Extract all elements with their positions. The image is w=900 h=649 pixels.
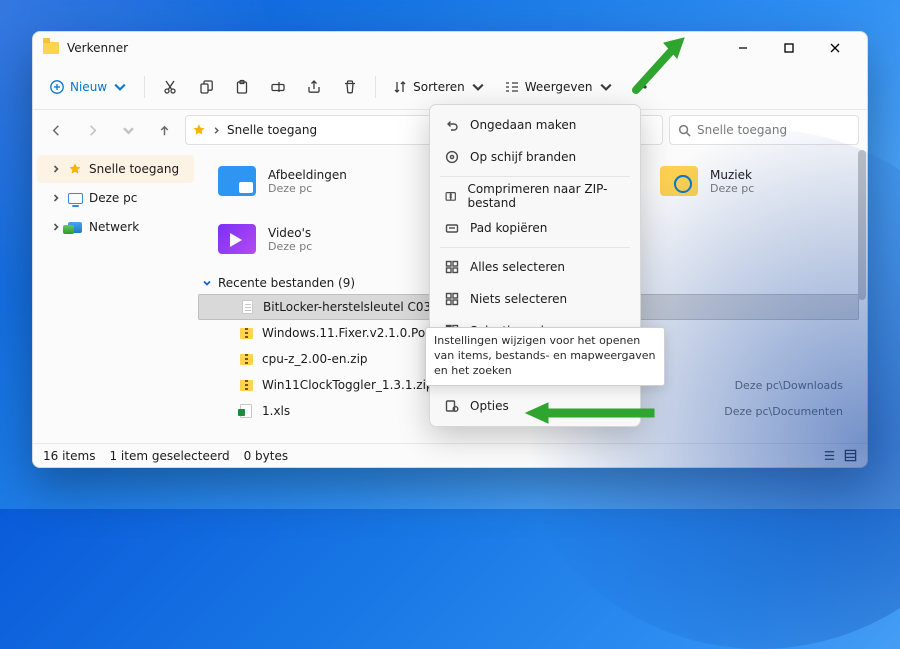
minimize-button[interactable] bbox=[721, 33, 765, 63]
sidebar-item-label: Deze pc bbox=[89, 191, 137, 205]
chevron-right-icon bbox=[51, 193, 61, 203]
star-icon bbox=[67, 161, 83, 177]
navigation-pane: Snelle toegang Deze pc Netwerk bbox=[33, 150, 198, 443]
chevron-right-icon bbox=[51, 222, 61, 232]
zip-icon bbox=[238, 351, 254, 367]
annotation-arrow-bottom bbox=[526, 401, 656, 428]
copy-button[interactable] bbox=[189, 71, 223, 103]
menu-compress[interactable]: Comprimeren naar ZIP-bestand bbox=[434, 180, 636, 212]
status-size: 0 bytes bbox=[244, 449, 289, 463]
sort-button[interactable]: Sorteren bbox=[384, 71, 494, 103]
folder-pictures[interactable]: Afbeeldingen Deze pc bbox=[216, 160, 417, 202]
menu-copy-path[interactable]: Pad kopiëren bbox=[434, 212, 636, 244]
menu-select-none[interactable]: Niets selecteren bbox=[434, 283, 636, 315]
zip-icon bbox=[238, 377, 254, 393]
status-item-count: 16 items bbox=[43, 449, 95, 463]
chevron-down-icon bbox=[202, 278, 212, 288]
xls-icon bbox=[238, 403, 254, 419]
doc-icon bbox=[239, 299, 255, 315]
cut-button[interactable] bbox=[153, 71, 187, 103]
sidebar-item-network[interactable]: Netwerk bbox=[37, 213, 194, 241]
view-button[interactable]: Weergeven bbox=[496, 71, 622, 103]
pictures-icon bbox=[216, 160, 258, 202]
window-title: Verkenner bbox=[67, 41, 128, 55]
search-input[interactable]: Snelle toegang bbox=[669, 115, 859, 145]
options-tooltip: Instellingen wijzigen voor het openen va… bbox=[425, 327, 665, 386]
paste-button[interactable] bbox=[225, 71, 259, 103]
star-icon bbox=[192, 123, 206, 137]
new-button[interactable]: Nieuw bbox=[41, 71, 136, 103]
statusbar: 16 items 1 item geselecteerd 0 bytes bbox=[33, 443, 867, 467]
file-location: Deze pc\Documenten bbox=[724, 405, 851, 418]
menu-select-all[interactable]: Alles selecteren bbox=[434, 251, 636, 283]
up-button[interactable] bbox=[149, 115, 179, 145]
network-icon bbox=[67, 219, 83, 235]
search-placeholder: Snelle toegang bbox=[697, 123, 787, 137]
sidebar-item-label: Netwerk bbox=[89, 220, 139, 234]
pc-icon bbox=[67, 190, 83, 206]
file-name: Win11ClockToggler_1.3.1.zip bbox=[262, 378, 434, 392]
rename-button[interactable] bbox=[261, 71, 295, 103]
delete-button[interactable] bbox=[333, 71, 367, 103]
maximize-button[interactable] bbox=[767, 33, 811, 63]
chevron-right-icon bbox=[51, 164, 61, 174]
sidebar-item-quick-access[interactable]: Snelle toegang bbox=[37, 155, 194, 183]
recent-dropdown[interactable] bbox=[113, 115, 143, 145]
view-details-icon[interactable] bbox=[844, 449, 857, 462]
section-label: Recente bestanden (9) bbox=[218, 276, 355, 290]
titlebar: Verkenner bbox=[33, 32, 867, 64]
sidebar-item-this-pc[interactable]: Deze pc bbox=[37, 184, 194, 212]
menu-burn[interactable]: Op schijf branden bbox=[434, 141, 636, 173]
music-icon bbox=[658, 160, 700, 202]
forward-button[interactable] bbox=[77, 115, 107, 145]
annotation-arrow-top bbox=[614, 38, 684, 105]
close-button[interactable] bbox=[813, 33, 857, 63]
file-location: Deze pc\Downloads bbox=[735, 379, 851, 392]
folder-videos[interactable]: Video's Deze pc bbox=[216, 218, 426, 260]
chevron-right-icon bbox=[212, 126, 221, 135]
status-selection: 1 item geselecteerd bbox=[109, 449, 229, 463]
zip-icon bbox=[238, 325, 254, 341]
search-icon bbox=[678, 124, 691, 137]
view-list-icon[interactable] bbox=[823, 449, 836, 462]
back-button[interactable] bbox=[41, 115, 71, 145]
file-name: cpu-z_2.00-en.zip bbox=[262, 352, 368, 366]
breadcrumb-label: Snelle toegang bbox=[227, 123, 317, 137]
folder-music[interactable]: Muziek Deze pc bbox=[658, 160, 859, 202]
scrollbar[interactable] bbox=[856, 150, 867, 443]
title-folder-icon bbox=[43, 40, 59, 56]
file-name: 1.xls bbox=[262, 404, 290, 418]
videos-icon bbox=[216, 218, 258, 260]
share-button[interactable] bbox=[297, 71, 331, 103]
sidebar-item-label: Snelle toegang bbox=[89, 162, 179, 176]
menu-undo[interactable]: Ongedaan maken bbox=[434, 109, 636, 141]
